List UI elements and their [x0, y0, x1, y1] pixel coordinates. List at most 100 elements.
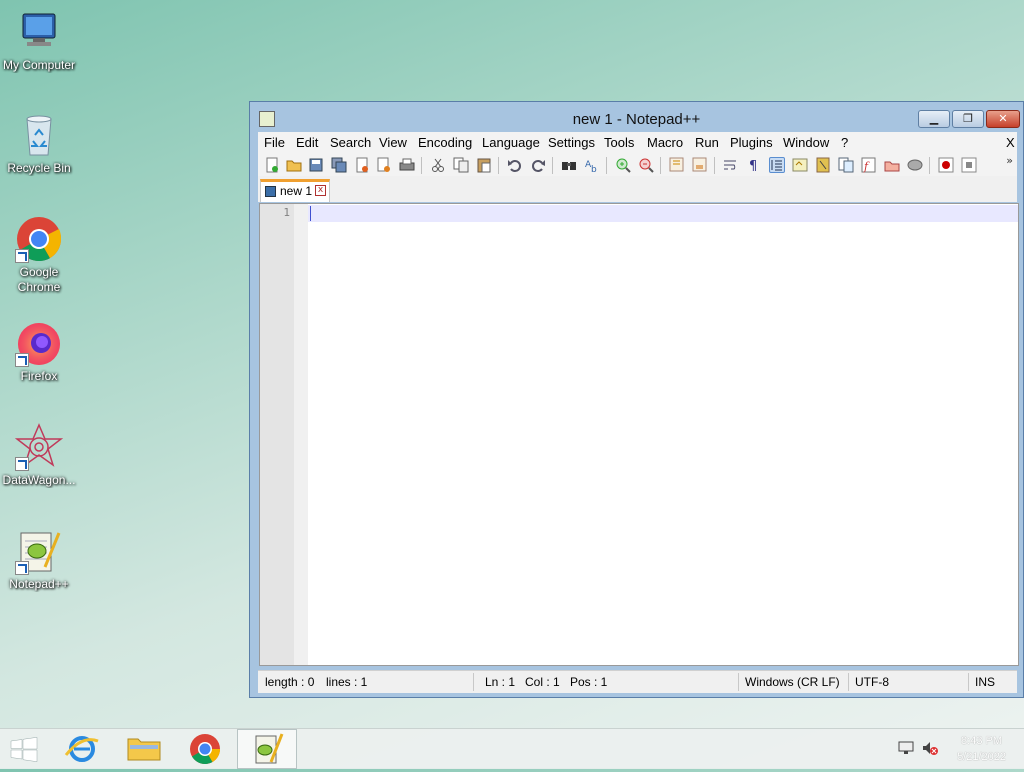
taskbar-file-explorer[interactable] — [114, 729, 174, 769]
start-button[interactable] — [0, 729, 60, 769]
document-list-icon[interactable] — [838, 157, 854, 173]
desktop-icon-datawagon[interactable]: DataWagon... — [0, 423, 78, 488]
menu-edit[interactable]: Edit — [296, 135, 318, 150]
menu-close-document[interactable]: X — [1006, 135, 1015, 150]
taskbar-internet-explorer[interactable] — [52, 729, 112, 769]
menu-plugins[interactable]: Plugins — [730, 135, 773, 150]
menu-settings[interactable]: Settings — [548, 135, 595, 150]
menu-help[interactable]: ? — [841, 135, 848, 150]
menu-view[interactable]: View — [379, 135, 407, 150]
text-editor[interactable]: 1 — [259, 203, 1019, 666]
system-clock[interactable]: 8:43 PM 5/21/2022 — [957, 733, 1006, 765]
close-icon: ✕ — [998, 112, 1008, 125]
saved-file-icon — [265, 186, 276, 197]
clock-time: 8:43 PM — [961, 735, 1003, 747]
undo-icon[interactable] — [507, 157, 523, 173]
status-lines: lines : 1 — [326, 675, 368, 689]
notepadpp-window: new 1 - Notepad++ ▁ ❐ ✕ File Edit Search… — [249, 101, 1024, 698]
open-file-icon[interactable] — [286, 157, 302, 173]
folder-as-workspace-icon[interactable] — [884, 157, 900, 173]
print-icon[interactable] — [399, 157, 415, 173]
redo-icon[interactable] — [530, 157, 546, 173]
notepadpp-icon — [15, 527, 63, 575]
stop-macro-icon[interactable] — [961, 157, 977, 173]
svg-text:b: b — [591, 165, 597, 173]
document-tab-bar: new 1 x — [258, 176, 1017, 202]
save-icon[interactable] — [308, 157, 324, 173]
title-bar[interactable]: new 1 - Notepad++ ▁ ❐ ✕ — [250, 102, 1023, 132]
menu-encoding[interactable]: Encoding — [418, 135, 472, 150]
document-map-icon[interactable] — [815, 157, 831, 173]
tab-label: new 1 — [280, 184, 313, 198]
desktop-icon-label: Firefox — [20, 369, 58, 383]
desktop-icon-label: Notepad++ — [9, 577, 69, 591]
sync-horizontal-icon[interactable] — [692, 157, 708, 173]
paste-icon[interactable] — [476, 157, 492, 173]
maximize-icon: ❐ — [963, 112, 973, 125]
tab-close-icon[interactable]: x — [315, 185, 326, 196]
menu-macro[interactable]: Macro — [647, 135, 683, 150]
text-caret — [310, 206, 311, 221]
zoom-in-icon[interactable] — [615, 157, 631, 173]
status-separator — [473, 673, 474, 691]
desktop-icon-recycle-bin[interactable]: Recycle Bin — [0, 111, 78, 176]
fold-margin[interactable] — [294, 204, 308, 665]
line-number-gutter: 1 — [260, 204, 294, 665]
toolbar-separator — [421, 157, 422, 174]
toolbar-separator — [660, 157, 661, 174]
replace-icon[interactable]: Ab — [584, 157, 600, 175]
function-list-icon[interactable]: f — [861, 157, 877, 173]
menu-language[interactable]: Language — [482, 135, 540, 150]
user-defined-language-icon[interactable] — [792, 157, 808, 173]
close-file-icon[interactable] — [354, 157, 370, 173]
record-macro-icon[interactable] — [938, 157, 954, 173]
save-all-icon[interactable] — [331, 157, 347, 173]
chrome-icon — [15, 215, 63, 263]
status-insert-mode[interactable]: INS — [975, 675, 995, 689]
toolbar-separator — [552, 157, 553, 174]
menu-search[interactable]: Search — [330, 135, 371, 150]
volume-muted-icon[interactable] — [922, 740, 938, 756]
shortcut-arrow-icon — [15, 457, 29, 471]
folder-icon — [127, 738, 161, 761]
menu-run[interactable]: Run — [695, 135, 719, 150]
taskbar-chrome[interactable] — [175, 729, 235, 769]
copy-icon[interactable] — [453, 157, 469, 173]
toolbar-separator — [498, 157, 499, 174]
shortcut-arrow-icon — [15, 353, 29, 367]
monitoring-icon[interactable] — [907, 157, 923, 173]
show-all-characters-icon[interactable]: ¶ — [746, 157, 762, 174]
notepadpp-icon — [255, 733, 284, 764]
recycle-bin-icon — [15, 111, 63, 159]
menu-window[interactable]: Window — [783, 135, 829, 150]
close-all-icon[interactable] — [376, 157, 392, 173]
network-icon[interactable] — [898, 740, 914, 756]
desktop-icon-firefox[interactable]: Firefox — [0, 319, 78, 384]
zoom-out-icon[interactable] — [638, 157, 654, 173]
toolbar: Ab ¶ f » — [258, 154, 1017, 176]
windows-logo-icon — [10, 737, 38, 762]
find-icon[interactable] — [561, 157, 577, 173]
status-eol-format[interactable]: Windows (CR LF) — [745, 675, 840, 689]
sync-vertical-icon[interactable] — [669, 157, 685, 173]
status-length: length : 0 — [265, 675, 315, 689]
maximize-button[interactable]: ❐ — [952, 110, 984, 128]
close-button[interactable]: ✕ — [986, 110, 1020, 128]
menu-file[interactable]: File — [264, 135, 285, 150]
desktop-icon-notepadpp[interactable]: Notepad++ — [0, 527, 78, 592]
document-tab-new-1[interactable]: new 1 x — [260, 179, 330, 202]
status-encoding[interactable]: UTF-8 — [855, 675, 889, 689]
current-line-highlight — [308, 205, 1018, 222]
desktop-icon-google-chrome[interactable]: Google Chrome — [0, 215, 78, 295]
cut-icon[interactable] — [430, 157, 446, 173]
status-separator — [738, 673, 739, 691]
word-wrap-icon[interactable] — [723, 157, 739, 173]
toolbar-overflow-icon[interactable]: » — [1006, 154, 1013, 167]
minimize-button[interactable]: ▁ — [918, 110, 950, 128]
new-file-icon[interactable] — [264, 157, 280, 173]
indent-guide-icon[interactable] — [769, 157, 785, 173]
desktop-icon-my-computer[interactable]: My Computer — [0, 8, 78, 73]
taskbar-notepadpp[interactable] — [237, 729, 297, 769]
menu-tools[interactable]: Tools — [604, 135, 634, 150]
status-separator — [968, 673, 969, 691]
